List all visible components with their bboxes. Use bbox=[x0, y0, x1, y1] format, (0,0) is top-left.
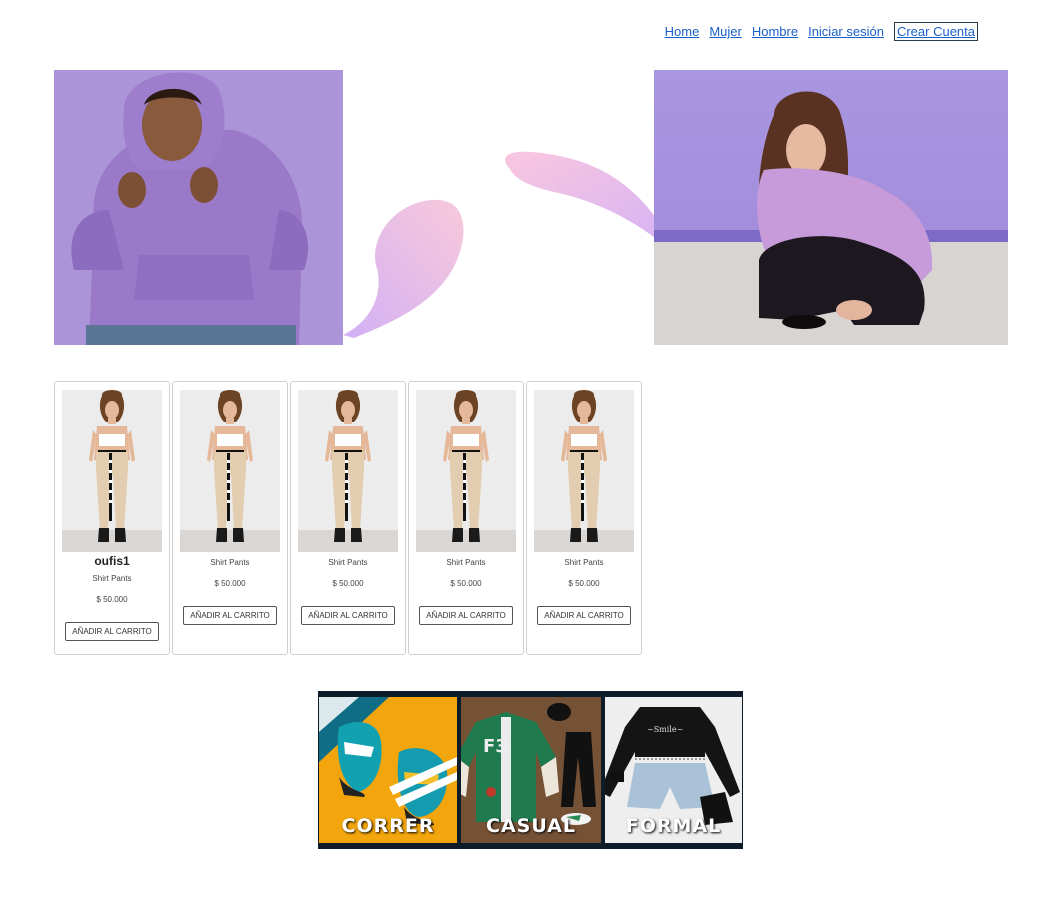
svg-text:~Smile~: ~Smile~ bbox=[647, 725, 683, 734]
nav-create-account-link[interactable]: Crear Cuenta bbox=[893, 22, 978, 41]
add-to-cart-button[interactable]: AÑADIR AL CARRITO bbox=[419, 606, 513, 625]
product-title: oufis1 bbox=[94, 554, 130, 568]
category-label-formal: FORMAL bbox=[625, 815, 722, 837]
product-price: $ 50.000 bbox=[450, 579, 482, 588]
category-tile-formal[interactable]: ~Smile~ FORMAL bbox=[605, 697, 742, 843]
nav-hombre-link[interactable]: Hombre bbox=[752, 24, 798, 39]
product-image bbox=[62, 390, 162, 552]
top-nav: Home Mujer Hombre Iniciar sesión Crear C… bbox=[665, 22, 978, 41]
product-grid: oufis1 Shirt Pants $ 50.000 AÑADIR AL CARRI… bbox=[54, 381, 642, 655]
hero-photo-man bbox=[54, 70, 343, 345]
product-name: Shirt Pants bbox=[446, 558, 486, 567]
product-name: Shirt Pants bbox=[564, 558, 604, 567]
product-card: Shirt Pants $ 50.000 AÑADIR AL CARRITO bbox=[172, 381, 288, 655]
hero-banner bbox=[54, 70, 1008, 345]
product-price: $ 50.000 bbox=[332, 579, 364, 588]
svg-text:F3: F3 bbox=[483, 736, 508, 757]
page: Home Mujer Hombre Iniciar sesión Crear C… bbox=[0, 0, 1062, 916]
product-name: Shirt Pants bbox=[328, 558, 368, 567]
product-price: $ 50.000 bbox=[568, 579, 600, 588]
add-to-cart-button[interactable]: AÑADIR AL CARRITO bbox=[301, 606, 395, 625]
product-price: $ 50.000 bbox=[96, 595, 128, 604]
nav-login-link[interactable]: Iniciar sesión bbox=[808, 24, 884, 39]
product-image bbox=[416, 390, 516, 552]
hero-photo-woman bbox=[654, 70, 1008, 345]
blob-shape-left bbox=[343, 199, 464, 338]
hero-illustration bbox=[54, 70, 1008, 345]
product-card: Shirt Pants $ 50.000 AÑADIR AL CARRITO bbox=[408, 381, 524, 655]
category-tile-correr[interactable]: CORRER bbox=[319, 697, 457, 843]
product-image bbox=[298, 390, 398, 552]
product-price: $ 50.000 bbox=[214, 579, 246, 588]
product-card: Shirt Pants $ 50.000 AÑADIR AL CARRITO bbox=[290, 381, 406, 655]
product-name: Shirt Pants bbox=[210, 558, 250, 567]
blob-shape-right bbox=[505, 151, 664, 245]
category-label-casual: CASUAL bbox=[486, 815, 576, 837]
product-card: Shirt Pants $ 50.000 AÑADIR AL CARRITO bbox=[526, 381, 642, 655]
add-to-cart-button[interactable]: AÑADIR AL CARRITO bbox=[183, 606, 277, 625]
product-image bbox=[534, 390, 634, 552]
add-to-cart-button[interactable]: AÑADIR AL CARRITO bbox=[65, 622, 159, 641]
nav-home-link[interactable]: Home bbox=[665, 24, 700, 39]
product-image bbox=[180, 390, 280, 552]
category-banner: CORRER F3 CASUAL ~Smile~ FORMAL bbox=[318, 691, 743, 849]
nav-mujer-link[interactable]: Mujer bbox=[709, 24, 742, 39]
product-name: Shirt Pants bbox=[92, 574, 132, 583]
product-card: oufis1 Shirt Pants $ 50.000 AÑADIR AL CARRI… bbox=[54, 381, 170, 655]
category-label-correr: CORRER bbox=[341, 815, 435, 837]
category-tile-casual[interactable]: F3 CASUAL bbox=[461, 697, 601, 843]
add-to-cart-button[interactable]: AÑADIR AL CARRITO bbox=[537, 606, 631, 625]
